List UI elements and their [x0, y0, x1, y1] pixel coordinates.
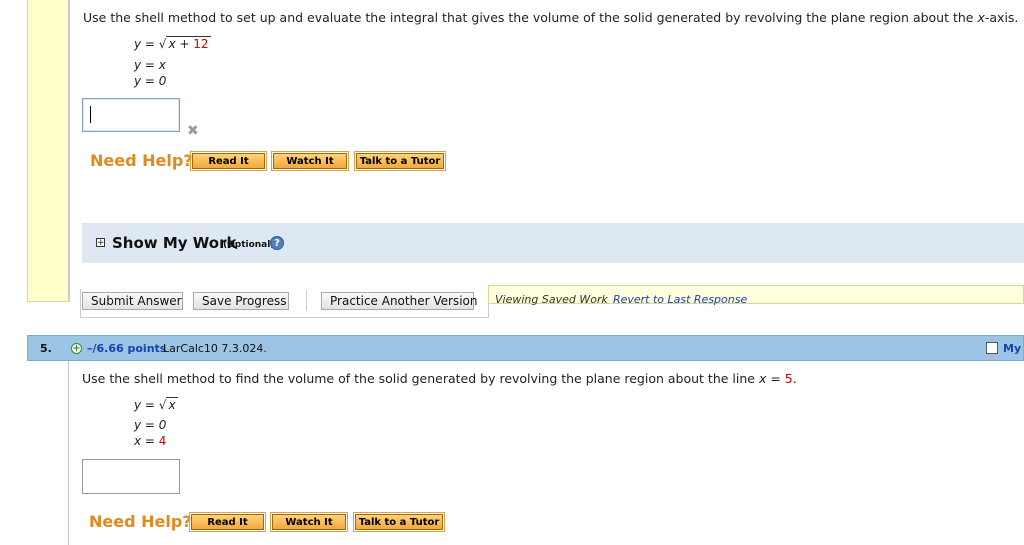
q5-need-help-label: Need Help?: [89, 512, 192, 531]
question-5-prompt: Use the shell method to find the volume …: [82, 371, 797, 386]
q5-equation-3: x = 4: [134, 434, 167, 448]
revert-link[interactable]: Revert to Last Response: [613, 293, 747, 306]
talk-to-tutor-button[interactable]: Talk to a Tutor: [354, 151, 446, 171]
plus-box-icon[interactable]: +: [96, 238, 105, 248]
equation-3: y = 0: [134, 74, 167, 88]
saved-work-text: Viewing Saved Work Revert to Last Respon…: [495, 293, 748, 306]
read-it-button[interactable]: Read It: [190, 151, 267, 171]
text-caret: [90, 106, 91, 123]
show-my-work-title[interactable]: Show My Work: [112, 234, 236, 252]
need-help-label: Need Help?: [90, 151, 193, 170]
question-number: 5.: [40, 342, 52, 355]
plus-circle-icon[interactable]: +: [71, 343, 82, 354]
close-x-icon[interactable]: ✖: [187, 124, 199, 138]
points-label: –/6.66 points: [87, 342, 167, 355]
q5-watch-it-button[interactable]: Watch It: [270, 512, 348, 532]
save-progress-button[interactable]: Save Progress: [193, 292, 289, 310]
question-left-gutter: [27, 0, 70, 302]
question-reference: LarCalc10 7.3.024.: [163, 342, 267, 355]
button-divider: [306, 291, 307, 311]
equation-1: y = √ x + 12: [134, 36, 211, 51]
answer-input[interactable]: [82, 98, 180, 132]
checkbox-icon[interactable]: [986, 342, 998, 354]
q5-equation-2: y = 0: [134, 418, 167, 432]
q5-talk-to-tutor-button[interactable]: Talk to a Tutor: [353, 512, 445, 532]
question-circle-icon[interactable]: ?: [270, 236, 284, 250]
equation-2: y = x: [134, 58, 166, 72]
q5-answer-input[interactable]: [82, 459, 180, 494]
q5-equation-1: y = √ x: [134, 397, 178, 412]
question-4-prompt: Use the shell method to set up and evalu…: [83, 10, 1019, 25]
watch-it-button[interactable]: Watch It: [271, 151, 349, 171]
my-notes-label[interactable]: My I: [1003, 342, 1024, 355]
question-left-gutter-5: [27, 361, 68, 545]
q5-read-it-button[interactable]: Read It: [189, 512, 266, 532]
submit-answer-button[interactable]: Submit Answer: [82, 292, 183, 310]
practice-another-version-button[interactable]: Practice Another Version: [321, 292, 477, 310]
optional-label: (Optional): [223, 240, 275, 250]
